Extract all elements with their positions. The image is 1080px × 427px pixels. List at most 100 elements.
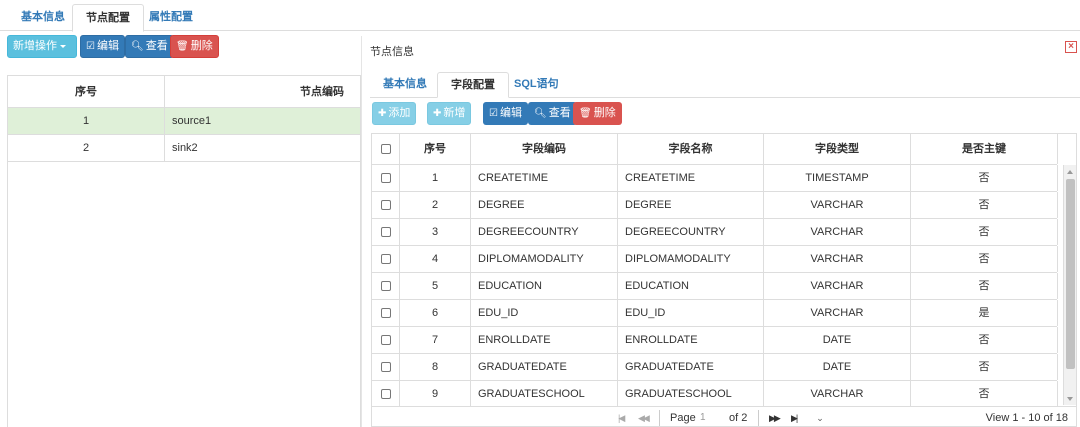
table-row[interactable]: 4 DIPLOMAMODALITY DIPLOMAMODALITY VARCHAR 否 (372, 246, 1058, 273)
vertical-scrollbar[interactable] (1063, 165, 1076, 405)
cell-field-name: EDU_ID (618, 300, 764, 326)
first-page-icon[interactable]: |◀ (618, 407, 625, 426)
row-checkbox[interactable] (380, 335, 391, 346)
row-checkbox[interactable] (380, 281, 391, 292)
cell-primary-key: 否 (911, 273, 1058, 299)
delete-button[interactable]: 🗑︎ 删除 (170, 35, 219, 58)
tab-node-config[interactable]: 节点配置 (72, 4, 144, 32)
row-serial: 1 (8, 108, 165, 134)
tab-basic-info[interactable]: 基本信息 (8, 4, 78, 32)
row-serial: 2 (8, 135, 165, 161)
row-select-cell (372, 192, 400, 218)
tab-sql[interactable]: SQL语句 (501, 72, 572, 98)
cell-field-type: VARCHAR (764, 300, 911, 326)
row-checkbox[interactable] (380, 200, 391, 211)
cell-primary-key: 否 (911, 192, 1058, 218)
table-row[interactable]: 9 GRADUATESCHOOL GRADUATESCHOOL VARCHAR 否 (372, 381, 1058, 408)
table-row[interactable]: 1 source1 (8, 108, 360, 135)
trash-icon: 🗑︎ (579, 108, 592, 119)
edit-label: 编辑 (499, 107, 522, 119)
scroll-thumb[interactable] (1066, 179, 1075, 369)
edit-button[interactable]: ☑ 编辑 (80, 35, 125, 58)
table-row[interactable]: 7 ENROLLDATE ENROLLDATE DATE 否 (372, 327, 1058, 354)
header-serial[interactable]: 序号 (400, 134, 471, 164)
view-button[interactable]: 🔍︎ 查看 (125, 35, 174, 58)
header-field-code[interactable]: 字段编码 (471, 134, 618, 164)
cell-field-code: GRADUATESCHOOL (471, 381, 618, 407)
tab-field-config[interactable]: 字段配置 (437, 72, 509, 98)
cell-serial: 5 (400, 273, 471, 299)
edit-icon: ☑ (86, 41, 95, 52)
search-icon: 🔍︎ (131, 41, 144, 52)
select-all-checkbox[interactable] (380, 144, 391, 155)
header-serial[interactable]: 序号 (8, 76, 165, 108)
page-size-chevron-down-icon[interactable]: ⌄ (809, 409, 831, 426)
row-checkbox[interactable] (380, 308, 391, 319)
cell-field-type: DATE (764, 327, 911, 353)
cell-field-type: TIMESTAMP (764, 165, 911, 191)
row-checkbox[interactable] (380, 362, 391, 373)
trash-icon: 🗑︎ (176, 41, 189, 52)
header-node-code[interactable]: 节点编码 (166, 76, 360, 108)
delete-button[interactable]: 🗑︎ 删除 (573, 102, 622, 125)
add-button[interactable]: ✚ 添加 (372, 102, 417, 125)
tab-basic-info[interactable]: 基本信息 (370, 72, 440, 98)
cell-field-name: DIPLOMAMODALITY (618, 246, 764, 272)
page-label: Page (670, 412, 696, 424)
row-checkbox[interactable] (380, 389, 391, 400)
scroll-down-arrow-icon[interactable] (1067, 397, 1073, 401)
table-row[interactable]: 5 EDUCATION EDUCATION VARCHAR 否 (372, 273, 1058, 300)
view-button[interactable]: 🔍︎ 查看 (528, 102, 577, 125)
cell-serial: 3 (400, 219, 471, 245)
header-primary-key[interactable]: 是否主键 (911, 134, 1058, 164)
next-page-icon[interactable]: ▶▶ (769, 407, 781, 426)
node-info-dialog: 节点信息 × 基本信息 字段配置 SQL语句 ✚ 添加 ✚ 新增 ☑ 编辑 🔍︎ 查看 … (361, 36, 1080, 427)
cell-field-code: GRADUATEDATE (471, 354, 618, 380)
close-icon[interactable]: × (1065, 41, 1077, 53)
header-field-name[interactable]: 字段名称 (618, 134, 764, 164)
select-all-cell (372, 134, 400, 164)
cell-field-type: VARCHAR (764, 381, 911, 407)
row-checkbox[interactable] (380, 173, 391, 184)
cell-field-code: DIPLOMAMODALITY (471, 246, 618, 272)
new-label: 新增 (443, 107, 466, 119)
table-row[interactable]: 2 sink2 (8, 135, 360, 162)
page-number-input[interactable] (698, 410, 724, 426)
cell-serial: 2 (400, 192, 471, 218)
row-select-cell (372, 381, 400, 407)
table-row[interactable]: 2 DEGREE DEGREE VARCHAR 否 (372, 192, 1058, 219)
field-table: 序号 字段编码 字段名称 字段类型 是否主键 1 CREATETIME CREATE… (371, 133, 1077, 427)
dialog-tab-bar: 基本信息 字段配置 SQL语句 (370, 72, 1080, 98)
row-select-cell (372, 246, 400, 272)
cell-field-type: VARCHAR (764, 246, 911, 272)
header-field-type[interactable]: 字段类型 (764, 134, 911, 164)
cell-field-type: VARCHAR (764, 219, 911, 245)
cell-field-code: DEGREE (471, 192, 618, 218)
table-row[interactable]: 3 DEGREECOUNTRY DEGREECOUNTRY VARCHAR 否 (372, 219, 1058, 246)
row-checkbox[interactable] (380, 254, 391, 265)
table-row[interactable]: 1 CREATETIME CREATETIME TIMESTAMP 否 (372, 165, 1058, 192)
cell-serial: 9 (400, 381, 471, 407)
page-range-text: View 1 - 10 of 18 (985, 412, 1068, 424)
new-operation-dropdown[interactable]: 新增操作 (7, 35, 77, 58)
table-row[interactable]: 6 EDU_ID EDU_ID VARCHAR 是 (372, 300, 1058, 327)
tab-attribute-config[interactable]: 属性配置 (136, 4, 206, 32)
cell-primary-key: 否 (911, 354, 1058, 380)
cell-field-code: EDU_ID (471, 300, 618, 326)
pager-divider (758, 410, 759, 426)
cell-primary-key: 否 (911, 246, 1058, 272)
edit-button[interactable]: ☑ 编辑 (483, 102, 528, 125)
last-page-icon[interactable]: ▶| (791, 407, 798, 426)
cell-field-name: EDUCATION (618, 273, 764, 299)
scroll-up-arrow-icon[interactable] (1067, 170, 1073, 174)
new-button[interactable]: ✚ 新增 (427, 102, 472, 125)
field-table-body: 1 CREATETIME CREATETIME TIMESTAMP 否 2 DEGREE DE… (372, 165, 1058, 408)
row-checkbox[interactable] (380, 227, 391, 238)
cell-primary-key: 否 (911, 219, 1058, 245)
table-row[interactable]: 8 GRADUATEDATE GRADUATEDATE DATE 否 (372, 354, 1058, 381)
pager: |◀ ◀◀ Page of 2 ▶▶ ▶| ⌄ View 1 - 10 of 1… (372, 406, 1076, 426)
prev-page-icon[interactable]: ◀◀ (638, 407, 650, 426)
delete-label: 删除 (593, 107, 616, 119)
cell-field-name: GRADUATESCHOOL (618, 381, 764, 407)
new-operation-label: 新增操作 (13, 40, 57, 52)
